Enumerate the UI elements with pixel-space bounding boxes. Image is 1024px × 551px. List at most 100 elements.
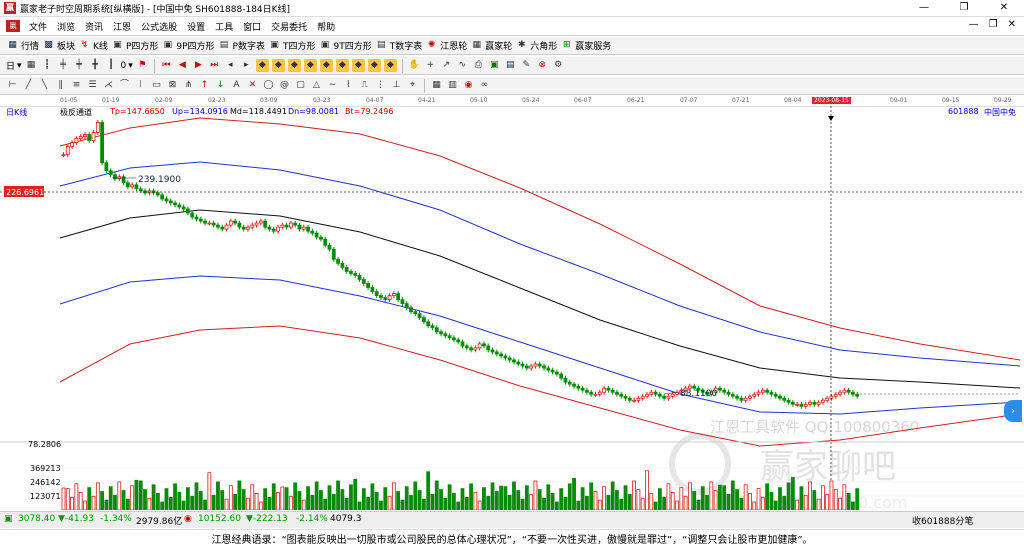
toolbar-9p-square[interactable]: ▣ 9P四方形: [161, 39, 215, 52]
table-icon[interactable]: ▦: [430, 79, 443, 92]
child-restore-button[interactable]: ❐: [989, 19, 998, 30]
menu-gann[interactable]: 江恩: [108, 20, 136, 33]
tick-detail-label[interactable]: 收601888分笔: [912, 514, 973, 527]
line-icon[interactable]: ╱: [22, 79, 35, 92]
menu-help[interactable]: 帮助: [312, 20, 340, 33]
crosshair-icon[interactable]: +: [424, 59, 437, 72]
toolbar-sectors[interactable]: ▩ 板块: [42, 39, 75, 52]
toolbar-hexagon[interactable]: ✱ 六角形: [515, 39, 557, 52]
hand-icon[interactable]: ✋: [408, 59, 421, 72]
diamond9-icon[interactable]: ◆: [383, 59, 397, 72]
globe-icon[interactable]: ◉: [462, 79, 475, 92]
diamond2-icon[interactable]: ◆: [271, 59, 285, 72]
grid-tool-icon[interactable]: ▦: [25, 59, 38, 72]
gann-fan-icon[interactable]: ⋔: [182, 79, 195, 92]
calendar-icon[interactable]: ▤: [504, 59, 517, 72]
box-icon[interactable]: ▭: [150, 79, 163, 92]
diamond6-icon[interactable]: ◆: [335, 59, 349, 72]
save-icon[interactable]: ▣: [488, 59, 501, 72]
bar-tool-icon[interactable]: ┇: [41, 59, 54, 72]
diamond7-icon[interactable]: ◆: [351, 59, 365, 72]
menu-file[interactable]: 文件: [24, 20, 52, 33]
mark-icon[interactable]: ✕: [246, 79, 259, 92]
period-select[interactable]: 日 ▾: [6, 59, 22, 73]
step-icon[interactable]: ⎍: [358, 79, 371, 92]
cycle-icon[interactable]: ⦚: [134, 79, 147, 92]
wave-icon[interactable]: ∿: [456, 59, 469, 72]
ellipse-icon[interactable]: ◯: [262, 79, 275, 92]
toolbar-gann-wheel[interactable]: ✺ 江恩轮: [425, 39, 467, 52]
expand-panel-button[interactable]: ›: [1004, 400, 1022, 422]
toolbar-service[interactable]: ⊞ 赢家服务: [560, 39, 611, 52]
diamond4-icon[interactable]: ◆: [303, 59, 317, 72]
time-icon[interactable]: ⊥: [390, 79, 403, 92]
menu-settings[interactable]: 设置: [182, 20, 210, 33]
ohlc2-tool-icon[interactable]: ╋: [89, 59, 102, 72]
layout-icon[interactable]: ▥: [446, 79, 459, 92]
fib-icon[interactable]: ☰: [86, 79, 99, 92]
candle-body: [198, 218, 203, 222]
line-style-icon[interactable]: ┃: [105, 59, 118, 72]
print-icon[interactable]: ⎙: [472, 59, 485, 72]
parallel-icon[interactable]: ∥: [54, 79, 67, 92]
diamond3-icon[interactable]: ◆: [287, 59, 301, 72]
toolbar-p-table[interactable]: ▤ P数字表: [218, 39, 265, 52]
menu-tools[interactable]: 工具: [210, 20, 238, 33]
candle-body: [743, 397, 748, 401]
text-icon[interactable]: A: [230, 79, 243, 92]
measure-icon[interactable]: ⌖: [406, 79, 419, 92]
toolbar-t-square[interactable]: ▣ T四方形: [268, 39, 315, 52]
menu-formula[interactable]: 公式选股: [136, 20, 182, 33]
triangle-icon[interactable]: △: [310, 79, 323, 92]
zero-select[interactable]: 0 ▾: [121, 61, 133, 71]
ray-icon[interactable]: ╲: [38, 79, 51, 92]
ohlc-tool-icon[interactable]: ┿: [73, 59, 86, 72]
menu-window[interactable]: 窗口: [238, 20, 266, 33]
toolbar-t-table[interactable]: ▤ T数字表: [375, 39, 422, 52]
diamond-icon[interactable]: ◆: [255, 59, 269, 72]
first-icon[interactable]: ⏮: [160, 59, 173, 72]
last-icon[interactable]: ⏭: [208, 59, 221, 72]
kline-chart[interactable]: 江恩工具软件 QQ:100800360 赢家聊吧 liaoba.yj1360.com…: [0, 106, 1024, 512]
candle-body: [434, 327, 439, 333]
spiral-icon[interactable]: @: [278, 79, 291, 92]
prev-icon[interactable]: ◀: [176, 59, 189, 72]
toolbar-quotes[interactable]: ▦ 行情: [6, 39, 39, 52]
child-minimize-button[interactable]: —: [969, 19, 979, 30]
arrow-down-icon[interactable]: ↓: [214, 79, 227, 92]
square-icon[interactable]: ▢: [294, 79, 307, 92]
close-button[interactable]: ✕: [984, 0, 1024, 16]
zigzag-icon[interactable]: ⌇: [342, 79, 355, 92]
channel-icon[interactable]: ≡: [70, 79, 83, 92]
ruler-icon[interactable]: ⊢: [6, 79, 19, 92]
candle-tool-icon[interactable]: ╪: [57, 59, 70, 72]
menu-browse[interactable]: 浏览: [52, 20, 80, 33]
diamond5-icon[interactable]: ◆: [319, 59, 333, 72]
infinity-icon[interactable]: ∞: [478, 79, 491, 92]
candle-body: [602, 387, 606, 393]
period-line-icon[interactable]: ⋮: [374, 79, 387, 92]
gann-box-icon[interactable]: ⊠: [166, 79, 179, 92]
tools-icon[interactable]: ⚙: [552, 59, 565, 72]
child-close-button[interactable]: ✕: [1008, 19, 1016, 30]
toolbar-9t-square[interactable]: ▣ 9T四方形: [318, 39, 372, 52]
menu-trade[interactable]: 交易委托: [266, 20, 312, 33]
wave2-icon[interactable]: ∼: [326, 79, 339, 92]
car-icon[interactable]: ⊗: [536, 59, 549, 72]
minimize-button[interactable]: —: [904, 0, 944, 16]
move-left-icon[interactable]: ◂: [224, 59, 237, 72]
toolbar-kline[interactable]: ↯ K线: [78, 39, 108, 52]
toolbar-p-square[interactable]: ▣ P四方形: [111, 39, 158, 52]
notes-icon[interactable]: ✎: [520, 59, 533, 72]
fan-icon[interactable]: ⋌: [102, 79, 115, 92]
arc-icon[interactable]: ⌒: [118, 79, 131, 92]
menu-news[interactable]: 资讯: [80, 20, 108, 33]
move-right-icon[interactable]: ▸: [240, 59, 253, 72]
flag-icon[interactable]: ⚑: [136, 59, 149, 72]
toolbar-winner-wheel[interactable]: ▦ 赢家轮: [470, 39, 512, 52]
maximize-button[interactable]: ❐: [944, 0, 984, 16]
next-icon[interactable]: ▶: [192, 59, 205, 72]
arrow-up-icon[interactable]: ↑: [198, 79, 211, 92]
diamond8-icon[interactable]: ◆: [367, 59, 381, 72]
trend-icon[interactable]: ↗: [440, 59, 453, 72]
